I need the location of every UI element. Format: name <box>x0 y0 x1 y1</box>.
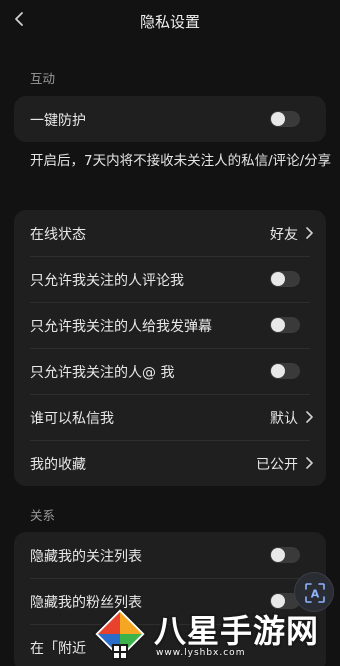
row-value: 默认 <box>270 411 298 427</box>
row-label: 我的收藏 <box>30 457 86 473</box>
row-online-status[interactable]: 在线状态 好友 <box>14 210 326 256</box>
toggle-knob <box>271 112 285 126</box>
chevron-right-icon <box>306 457 313 469</box>
toggle-knob <box>271 272 285 286</box>
row-my-favorites[interactable]: 我的收藏 已公开 <box>14 440 326 486</box>
row-label: 只允许我关注的人评论我 <box>30 273 184 289</box>
watermark-text: 八星手游网 <box>154 612 320 650</box>
row-label: 只允许我关注的人给我发弹幕 <box>30 319 212 335</box>
card-privacy-settings: 在线状态 好友 只允许我关注的人评论我 只允许我关注的人给我发弹幕 只允许我关注… <box>14 210 326 486</box>
chevron-right-icon <box>306 227 313 239</box>
watermark: 八星手游网 www.lyshbx.com <box>90 604 340 666</box>
chevron-right-icon <box>306 411 313 423</box>
toggle-mention-only-followed[interactable] <box>270 363 300 379</box>
card-one-click-protection: 一键防护 <box>14 96 326 142</box>
row-value: 已公开 <box>256 457 298 473</box>
row-danmaku-only-followed[interactable]: 只允许我关注的人给我发弹幕 <box>14 302 326 348</box>
toggle-comment-only-followed[interactable] <box>270 271 300 287</box>
row-comment-only-followed[interactable]: 只允许我关注的人评论我 <box>14 256 326 302</box>
row-mention-only-followed[interactable]: 只允许我关注的人@ 我 <box>14 348 326 394</box>
toggle-danmaku-only-followed[interactable] <box>270 317 300 333</box>
toggle-one-click-protection[interactable] <box>270 111 300 127</box>
row-label: 隐藏我的关注列表 <box>30 549 142 565</box>
section-label-interaction: 互动 <box>30 71 56 86</box>
scan-label: A <box>311 588 320 601</box>
scan-text-icon: A <box>305 583 325 603</box>
page-title: 隐私设置 <box>139 13 200 31</box>
row-hide-following[interactable]: 隐藏我的关注列表 <box>14 532 326 578</box>
toggle-knob <box>271 318 285 332</box>
toggle-knob <box>271 548 285 562</box>
row-label: 在「附近 <box>30 641 86 657</box>
watermark-logo-icon <box>92 606 148 662</box>
watermark-url: www.lyshbx.com <box>156 648 246 658</box>
section-label-relations: 关系 <box>30 508 56 523</box>
row-label: 只允许我关注的人@ 我 <box>30 365 175 381</box>
row-label: 在线状态 <box>30 227 86 243</box>
top-bar: 隐私设置 <box>0 0 340 42</box>
protection-hint: 开启后，7天内将不接收未关注人的私信/评论/分享 <box>30 153 332 169</box>
row-one-click-protection[interactable]: 一键防护 <box>14 96 326 142</box>
toggle-hide-following[interactable] <box>270 547 300 563</box>
toggle-knob <box>271 364 285 378</box>
row-who-can-message[interactable]: 谁可以私信我 默认 <box>14 394 326 440</box>
row-label: 一键防护 <box>30 113 86 129</box>
row-value: 好友 <box>270 227 298 243</box>
row-label: 谁可以私信我 <box>30 411 114 427</box>
